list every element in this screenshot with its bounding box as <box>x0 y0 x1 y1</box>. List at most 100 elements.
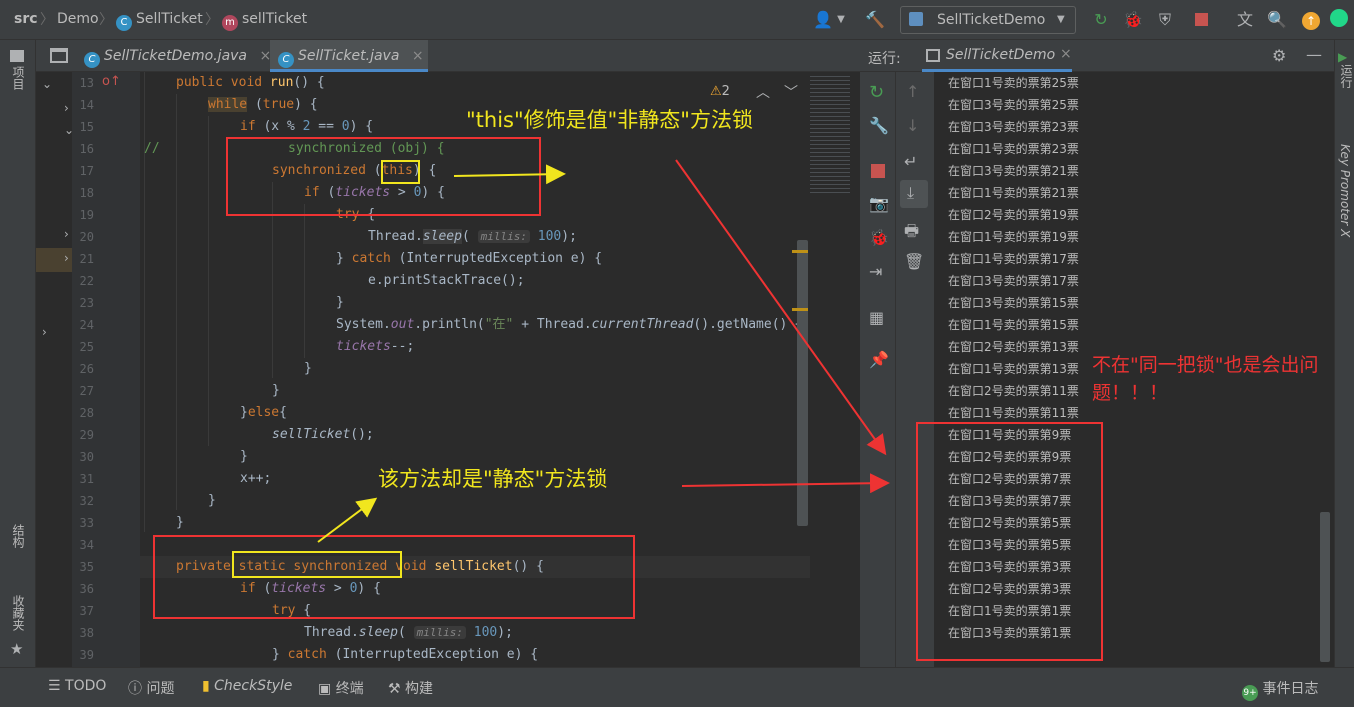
hammer-icon[interactable]: 🔨 <box>864 9 886 31</box>
debug-icon[interactable]: 🐞 <box>1122 9 1144 31</box>
close-icon[interactable]: × <box>412 48 424 64</box>
selected-row[interactable]: › <box>36 248 72 272</box>
console-line: 在窗口1号卖的票第23票 <box>948 142 1079 156</box>
tab-selltickedemo[interactable]: C SellTicketDemo.java × <box>76 40 271 72</box>
override-icon[interactable]: o↑ <box>102 74 121 89</box>
todo-tool-button[interactable]: ☰ TODO <box>48 678 106 694</box>
run-config-select[interactable]: SellTicketDemo ▼ <box>900 6 1076 34</box>
breadcrumb-demo[interactable]: Demo <box>57 11 99 27</box>
stop-icon[interactable] <box>1190 9 1212 31</box>
annotation-box-static-synchronized <box>232 551 402 578</box>
line-number: 24 <box>79 318 94 332</box>
camera-icon[interactable]: 📷 <box>869 194 889 213</box>
favorites-tool-button[interactable]: 收藏夹 <box>10 595 27 631</box>
plugin-icon[interactable] <box>1328 9 1350 31</box>
console-line: 在窗口1号卖的票第15票 <box>948 318 1079 332</box>
update-icon[interactable]: ↑ <box>1300 9 1322 31</box>
editor-tabs: C SellTicketDemo.java × C SellTicket.java … <box>36 40 860 72</box>
project-tool-button[interactable]: 项目 <box>10 66 27 90</box>
line-number: 35 <box>79 560 94 574</box>
editor-minimap <box>792 72 860 667</box>
breadcrumb-method[interactable]: m sellTicket <box>222 11 307 31</box>
breadcrumb-class[interactable]: C SellTicket <box>116 11 203 31</box>
code-line-14: while (true) { <box>208 97 318 112</box>
line-number: 29 <box>79 428 94 442</box>
console-scrollbar[interactable] <box>1320 512 1330 662</box>
run-config-label: SellTicketDemo <box>937 12 1046 28</box>
run-panel-title: 运行: <box>868 51 901 67</box>
list-icon: ☰ <box>48 678 66 694</box>
console-line: 在窗口1号卖的票第13票 <box>948 362 1079 376</box>
rerun-icon[interactable]: ↻ <box>1090 9 1112 31</box>
print-icon[interactable]: 🖶 <box>904 220 919 247</box>
layout-icon[interactable]: ▦ <box>869 308 884 327</box>
line-number: 17 <box>79 164 94 178</box>
chevron-down-icon[interactable]: ▼ <box>830 9 852 31</box>
tab-run-selltickedemo[interactable]: SellTicketDemo × <box>922 40 1072 72</box>
chevron-right-icon: 〉 <box>205 12 219 28</box>
chevron-right-icon: 〉 <box>99 12 113 28</box>
translate-icon[interactable]: 文 <box>1234 9 1256 31</box>
chevron-right-icon[interactable]: › <box>64 227 69 241</box>
close-icon[interactable]: × <box>1060 46 1072 62</box>
soft-wrap-icon[interactable]: ↵ <box>904 152 917 171</box>
console-line: 在窗口3号卖的票第23票 <box>948 120 1079 134</box>
code-line-32: } <box>208 493 216 508</box>
line-number: 19 <box>79 208 94 222</box>
line-number: 30 <box>79 450 94 464</box>
breadcrumb-class-label: SellTicket <box>136 11 203 27</box>
tab-label: SellTicket.java <box>298 48 400 64</box>
search-icon[interactable]: 🔍 <box>1266 9 1288 31</box>
java-app-icon <box>909 12 923 26</box>
star-icon: ★ <box>10 640 24 658</box>
key-promoter-tool-button[interactable]: Key Promoter X <box>1338 144 1352 237</box>
debug-icon[interactable]: 🐞 <box>869 228 889 247</box>
vertical-scrollbar[interactable] <box>797 240 808 526</box>
event-log-tool-button[interactable]: 9+ 事件日志 <box>1242 678 1318 701</box>
coverage-icon[interactable]: ⛨ <box>1154 9 1176 31</box>
line-number: 31 <box>79 472 94 486</box>
arrow-down-icon[interactable]: ↓ <box>906 116 919 135</box>
exit-icon[interactable]: ⇥ <box>869 262 882 281</box>
run-panel-header: 运行: SellTicketDemo × ⚙ — <box>860 40 1354 72</box>
chevron-right-icon[interactable]: › <box>64 101 69 115</box>
problems-tool-button[interactable]: ⓘ 问题 <box>128 678 174 698</box>
stop-icon[interactable] <box>871 164 885 178</box>
tab-sellticket[interactable]: C SellTicket.java × <box>270 40 428 72</box>
annotation-box-console-output <box>916 422 1103 661</box>
rerun-icon[interactable]: ↻ <box>869 82 884 103</box>
left-tool-strip: 项目 结构 收藏夹 ★ <box>0 40 36 667</box>
scroll-marker <box>792 308 808 311</box>
checkstyle-label: CheckStyle <box>214 678 293 694</box>
build-tool-button[interactable]: ⚒ 构建 <box>388 678 433 698</box>
info-icon: ⓘ <box>128 681 147 697</box>
scroll-to-end-button[interactable]: ⤓ <box>900 180 928 208</box>
checkstyle-tool-button[interactable]: ▮ CheckStyle <box>202 678 292 694</box>
scroll-to-end-icon: ⤓ <box>907 183 915 202</box>
next-highlight-icon[interactable]: ﹀ <box>784 82 798 102</box>
class-icon: C <box>116 15 132 31</box>
chevron-right-icon[interactable]: › <box>42 325 47 339</box>
console-line: 在窗口1号卖的票第11票 <box>948 406 1079 420</box>
wrench-icon[interactable]: 🔧 <box>869 116 889 135</box>
chevron-down-icon: ▼ <box>1057 14 1065 25</box>
annotation-same-lock-line2: 题！！！ <box>1092 382 1169 404</box>
class-icon: C <box>84 52 100 68</box>
line-number: 18 <box>79 186 94 200</box>
run-tool-button[interactable]: 运行 <box>1338 64 1354 88</box>
structure-tool-button[interactable]: 结构 <box>10 524 27 548</box>
gear-icon[interactable]: ⚙ <box>1272 46 1286 65</box>
event-log-icon: 9+ <box>1242 685 1258 701</box>
expand-icon[interactable]: ⌄ <box>42 77 52 91</box>
breadcrumb-src[interactable]: src <box>14 11 38 27</box>
console-line: 在窗口3号卖的票第17票 <box>948 274 1079 288</box>
pin-icon[interactable]: 📌 <box>869 350 889 369</box>
warning-count[interactable]: ⚠2 <box>710 84 730 99</box>
trash-icon[interactable]: 🗑 <box>904 252 924 271</box>
minimize-icon[interactable]: — <box>1306 45 1322 64</box>
arrow-up-icon[interactable]: ↑ <box>906 82 919 101</box>
terminal-tool-button[interactable]: ▣ 终端 <box>318 678 364 698</box>
previous-highlight-icon[interactable]: ︿ <box>756 82 770 102</box>
hammer-icon: ⚒ <box>388 681 406 697</box>
line-number: 34 <box>79 538 94 552</box>
